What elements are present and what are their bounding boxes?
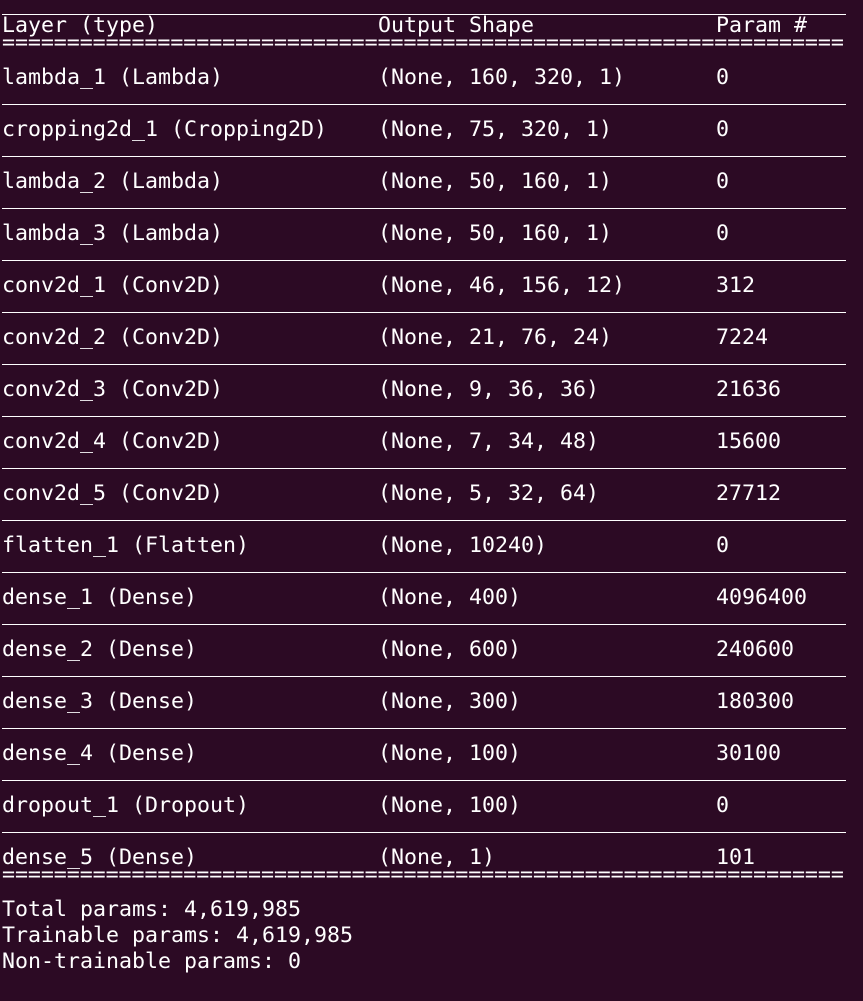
row-divider (2, 247, 863, 273)
table-row: flatten_1 (Flatten) (None, 10240) 0 (2, 533, 863, 559)
table-header: Layer (type) Output Shape Param # (2, 13, 863, 39)
param-count: 4096400 (716, 585, 808, 610)
output-shape: (None, 7, 34, 48) (378, 429, 600, 454)
param-count: 0 (716, 221, 730, 246)
table-row: dense_2 (Dense) (None, 600) 240600 (2, 637, 863, 663)
row-divider (2, 819, 863, 845)
table-row: dense_3 (Dense) (None, 300) 180300 (2, 689, 863, 715)
layer-name: cropping2d_1 (Cropping2D) (2, 117, 328, 142)
table-row: conv2d_2 (Conv2D) (None, 21, 76, 24) 7224 (2, 325, 863, 351)
output-shape: (None, 600) (378, 637, 522, 662)
row-divider (2, 455, 863, 481)
output-shape: (None, 46, 156, 12) (378, 273, 626, 298)
param-count: 240600 (716, 637, 795, 662)
layer-name: dropout_1 (Dropout) (2, 793, 250, 818)
param-count: 0 (716, 793, 730, 818)
output-shape: (None, 10240) (378, 533, 548, 558)
output-shape: (None, 400) (378, 585, 522, 610)
table-row: lambda_1 (Lambda) (None, 160, 320, 1) 0 (2, 65, 863, 91)
row-divider (2, 715, 863, 741)
table-row: cropping2d_1 (Cropping2D) (None, 75, 320,… (2, 117, 863, 143)
output-shape: (None, 75, 320, 1) (378, 117, 613, 142)
header-output-shape: Output Shape (378, 13, 535, 38)
header-layer: Layer (type) (2, 13, 159, 38)
row-divider (2, 559, 863, 585)
param-count: 312 (716, 273, 756, 298)
param-count: 30100 (716, 741, 782, 766)
output-shape: (None, 50, 160, 1) (378, 169, 613, 194)
param-count: 15600 (716, 429, 782, 454)
summary-trainable: Trainable params: 4,619,985 (2, 923, 863, 949)
output-shape: (None, 50, 160, 1) (378, 221, 613, 246)
layer-name: dense_1 (Dense) (2, 585, 198, 610)
layer-name: dense_3 (Dense) (2, 689, 198, 714)
row-divider (2, 195, 863, 221)
table-row: conv2d_1 (Conv2D) (None, 46, 156, 12) 312 (2, 273, 863, 299)
layer-name: lambda_1 (Lambda) (2, 65, 224, 90)
row-divider (2, 299, 863, 325)
layer-name: dense_4 (Dense) (2, 741, 198, 766)
table-row: dense_4 (Dense) (None, 100) 30100 (2, 741, 863, 767)
table-row: dropout_1 (Dropout) (None, 100) 0 (2, 793, 863, 819)
row-divider (2, 351, 863, 377)
table-row: lambda_3 (Lambda) (None, 50, 160, 1) 0 (2, 221, 863, 247)
param-count: 0 (716, 117, 730, 142)
table-row: conv2d_3 (Conv2D) (None, 9, 36, 36) 21636 (2, 377, 863, 403)
table-row: conv2d_5 (Conv2D) (None, 5, 32, 64) 27712 (2, 481, 863, 507)
output-shape: (None, 5, 32, 64) (378, 481, 600, 506)
row-divider (2, 143, 863, 169)
row-divider (2, 91, 863, 117)
layer-table: lambda_1 (Lambda) (None, 160, 320, 1) 0 cro… (2, 65, 863, 897)
table-row: dense_1 (Dense) (None, 400) 4096400 (2, 585, 863, 611)
param-count: 101 (716, 845, 756, 870)
footer-divider: ========================================… (2, 871, 863, 897)
trainable-params: Trainable params: 4,619,985 (2, 923, 354, 948)
param-count: 27712 (716, 481, 782, 506)
layer-name: conv2d_4 (Conv2D) (2, 429, 224, 454)
output-shape: (None, 300) (378, 689, 522, 714)
row-divider (2, 507, 863, 533)
terminal-output: Layer (type) Output Shape Param # ======… (2, 5, 863, 975)
param-count: 0 (716, 65, 730, 90)
layer-name: dense_2 (Dense) (2, 637, 198, 662)
non-trainable-params: Non-trainable params: 0 (2, 949, 302, 974)
param-count: 0 (716, 533, 730, 558)
row-divider (2, 403, 863, 429)
total-params: Total params: 4,619,985 (2, 897, 302, 922)
row-divider (2, 611, 863, 637)
summary-total: Total params: 4,619,985 (2, 897, 863, 923)
layer-name: dense_5 (Dense) (2, 845, 198, 870)
layer-name: conv2d_2 (Conv2D) (2, 325, 224, 350)
header-param: Param # (716, 13, 808, 38)
header-divider: ========================================… (2, 39, 863, 65)
param-count: 180300 (716, 689, 795, 714)
summary-non-trainable: Non-trainable params: 0 (2, 949, 863, 975)
layer-name: conv2d_1 (Conv2D) (2, 273, 224, 298)
layer-name: lambda_3 (Lambda) (2, 221, 224, 246)
layer-name: conv2d_3 (Conv2D) (2, 377, 224, 402)
double-separator: ========================================… (2, 871, 844, 887)
output-shape: (None, 100) (378, 741, 522, 766)
double-separator: ========================================… (2, 39, 844, 55)
output-shape: (None, 100) (378, 793, 522, 818)
param-count: 21636 (716, 377, 782, 402)
output-shape: (None, 1) (378, 845, 496, 870)
table-row: conv2d_4 (Conv2D) (None, 7, 34, 48) 15600 (2, 429, 863, 455)
output-shape: (None, 21, 76, 24) (378, 325, 613, 350)
row-divider (2, 767, 863, 793)
output-shape: (None, 160, 320, 1) (378, 65, 626, 90)
layer-name: flatten_1 (Flatten) (2, 533, 250, 558)
output-shape: (None, 9, 36, 36) (378, 377, 600, 402)
row-divider (2, 663, 863, 689)
param-count: 7224 (716, 325, 769, 350)
layer-name: conv2d_5 (Conv2D) (2, 481, 224, 506)
table-row: lambda_2 (Lambda) (None, 50, 160, 1) 0 (2, 169, 863, 195)
param-count: 0 (716, 169, 730, 194)
layer-name: lambda_2 (Lambda) (2, 169, 224, 194)
table-row: dense_5 (Dense) (None, 1) 101 (2, 845, 863, 871)
